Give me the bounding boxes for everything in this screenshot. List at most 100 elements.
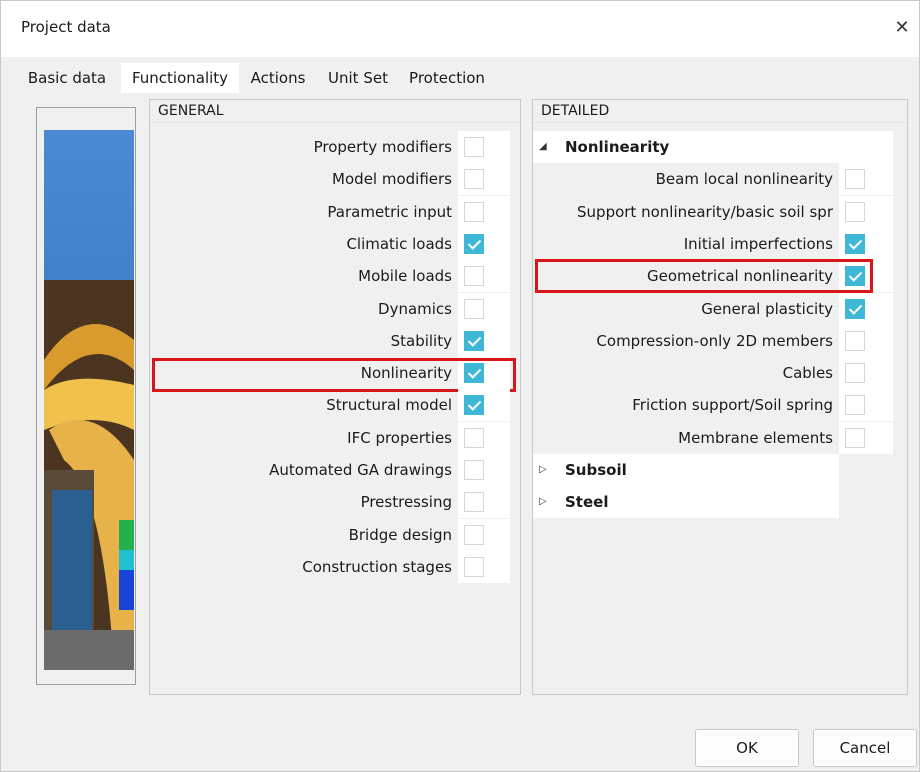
detailed-row-general-plasticity: General plasticity [533, 292, 907, 325]
general-checkbox-cell [458, 131, 510, 163]
general-list: Property modifiers Model modifiers Paramet… [150, 123, 520, 694]
detailed-item-label: Compression-only 2D members [596, 331, 833, 350]
general-item-label: Construction stages [302, 557, 452, 576]
detailed-row-cables: Cables [533, 357, 907, 390]
checkbox-prestressing[interactable] [464, 492, 484, 513]
tab-unit-set[interactable]: Unit Set [319, 65, 397, 91]
checkbox-geometrical-nonlinearity[interactable] [845, 266, 865, 287]
group-label: Nonlinearity [565, 138, 670, 156]
general-checkbox-cell [458, 357, 510, 390]
detailed-item-label: Beam local nonlinearity [655, 170, 833, 189]
detailed-item-label: General plasticity [701, 299, 833, 318]
group-subsoil[interactable]: ▷ Subsoil [533, 454, 839, 486]
project-image-frame [36, 107, 136, 685]
detailed-panel: DETAILED ◢ Nonlinearity Beam local nonline… [532, 99, 908, 695]
checkbox-automated-ga-drawings[interactable] [464, 460, 484, 480]
tab-basic-data[interactable]: Basic data [19, 65, 115, 91]
checkbox-general-plasticity[interactable] [845, 298, 865, 319]
checkbox-support-nonlinearity-basic-soil-spr[interactable] [845, 201, 865, 222]
detailed-list: ◢ Nonlinearity Beam local nonlinearity Supp… [533, 123, 907, 694]
collapse-triangle-icon[interactable]: ◢ [539, 131, 547, 163]
checkbox-initial-imperfections[interactable] [845, 233, 865, 254]
checkbox-beam-local-nonlinearity[interactable] [845, 169, 865, 190]
close-icon[interactable]: ✕ [885, 9, 919, 47]
checkbox-stability[interactable] [464, 330, 484, 351]
general-panel-header: GENERAL [150, 100, 520, 123]
general-row-dynamics: Dynamics [150, 292, 520, 325]
general-row-ifc-properties: IFC properties [150, 421, 520, 454]
checkbox-bridge-design[interactable] [464, 524, 484, 545]
detailed-checkbox-cell [839, 324, 893, 357]
detailed-row-compression-only-2d-members: Compression-only 2D members [533, 324, 907, 357]
detailed-item-label: Membrane elements [678, 428, 833, 447]
building-photo-icon [44, 130, 134, 670]
checkbox-dynamics[interactable] [464, 298, 484, 319]
detailed-row-support-nonlinearity-basic-soil-spr: Support nonlinearity/basic soil spr [533, 195, 907, 228]
expand-triangle-icon[interactable]: ▷ [539, 486, 547, 518]
checkbox-friction-support-soil-spring[interactable] [845, 395, 865, 416]
detailed-row-initial-imperfections: Initial imperfections [533, 227, 907, 260]
project-image [44, 130, 134, 670]
general-checkbox-cell [458, 324, 510, 357]
checkbox-nonlinearity[interactable] [464, 363, 484, 384]
detailed-item-label: Initial imperfections [683, 234, 833, 253]
detailed-row-geometrical-nonlinearity: Geometrical nonlinearity [533, 260, 907, 293]
detailed-checkbox-cell [839, 292, 893, 325]
detailed-checkbox-cell [839, 227, 893, 260]
general-row-construction-stages: Construction stages [150, 550, 520, 583]
checkbox-compression-only-2d-members[interactable] [845, 330, 865, 351]
general-item-label: Parametric input [327, 202, 452, 221]
checkbox-parametric-input[interactable] [464, 201, 484, 222]
ok-button[interactable]: OK [695, 729, 799, 767]
general-item-label: Model modifiers [332, 170, 452, 189]
checkbox-construction-stages[interactable] [464, 556, 484, 577]
general-checkbox-cell [458, 550, 510, 583]
detailed-checkbox-cell [839, 421, 893, 454]
general-panel: GENERAL Property modifiers Model modifier… [149, 99, 521, 695]
general-item-label: Nonlinearity [360, 364, 452, 383]
dialog-title: Project data [21, 18, 111, 36]
group-steel[interactable]: ▷ Steel [533, 486, 839, 519]
checkbox-ifc-properties[interactable] [464, 427, 484, 448]
general-checkbox-cell [458, 195, 510, 228]
general-checkbox-cell [458, 454, 510, 486]
general-item-label: Prestressing [360, 493, 452, 512]
general-checkbox-cell [458, 163, 510, 196]
expand-triangle-icon[interactable]: ▷ [539, 454, 547, 486]
tab-functionality[interactable]: Functionality [121, 63, 239, 93]
checkbox-structural-model[interactable] [464, 395, 484, 416]
group-label: Steel [565, 493, 609, 512]
general-item-label: Mobile loads [358, 267, 452, 286]
general-item-label: Automated GA drawings [269, 461, 452, 479]
checkbox-climatic-loads[interactable] [464, 233, 484, 254]
project-data-dialog: Project data ✕ Basic data Functionality Ac… [0, 0, 920, 772]
checkbox-cables[interactable] [845, 363, 865, 384]
detailed-item-label: Friction support/Soil spring [632, 396, 833, 415]
functionality-tab-pane: GENERAL Property modifiers Model modifier… [7, 93, 913, 711]
checkbox-mobile-loads[interactable] [464, 266, 484, 287]
tab-actions[interactable]: Actions [243, 65, 313, 91]
detailed-item-label: Support nonlinearity/basic soil spr [577, 202, 833, 221]
general-item-label: Climatic loads [346, 234, 452, 253]
general-item-label: Structural model [326, 396, 452, 415]
detailed-checkbox-cell [839, 260, 893, 293]
general-row-automated-ga-drawings: Automated GA drawings [150, 454, 520, 486]
checkbox-property-modifiers[interactable] [464, 137, 484, 157]
detailed-row-friction-support-soil-spring: Friction support/Soil spring [533, 389, 907, 422]
group-nonlinearity[interactable]: ◢ Nonlinearity [533, 131, 893, 163]
detailed-checkbox-cell [839, 195, 893, 228]
general-row-stability: Stability [150, 324, 520, 357]
general-row-parametric-input: Parametric input [150, 195, 520, 228]
general-checkbox-cell [458, 518, 510, 551]
checkbox-membrane-elements[interactable] [845, 427, 865, 448]
group-label: Subsoil [565, 461, 627, 479]
cancel-button[interactable]: Cancel [813, 729, 917, 767]
checkbox-model-modifiers[interactable] [464, 169, 484, 190]
detailed-row-membrane-elements: Membrane elements [533, 421, 907, 454]
detailed-row-beam-local-nonlinearity: Beam local nonlinearity [533, 163, 907, 196]
tab-protection[interactable]: Protection [401, 65, 493, 91]
detailed-checkbox-cell [839, 357, 893, 390]
detailed-panel-header: DETAILED [533, 100, 907, 123]
general-row-bridge-design: Bridge design [150, 518, 520, 551]
general-checkbox-cell [458, 486, 510, 519]
